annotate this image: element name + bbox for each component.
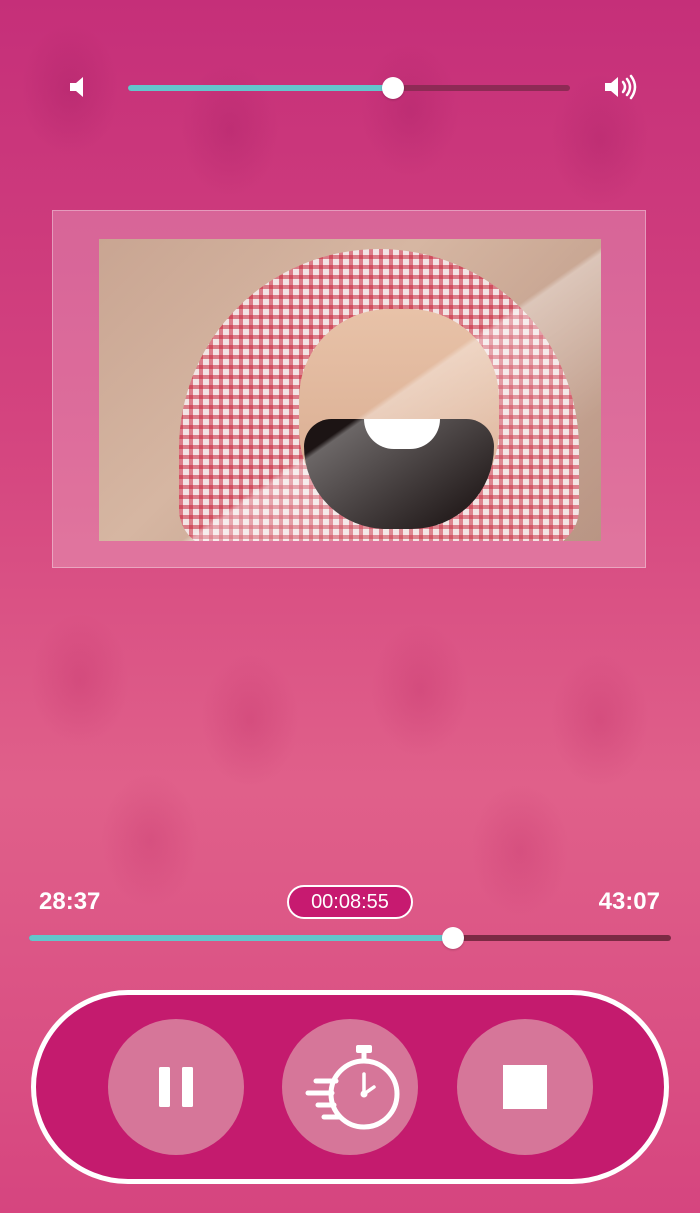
pause-button[interactable] xyxy=(108,1019,244,1155)
seek-slider-thumb[interactable] xyxy=(441,927,464,949)
stop-button[interactable] xyxy=(457,1019,593,1155)
volume-control xyxy=(0,68,700,108)
artwork-frame xyxy=(52,210,646,568)
volume-slider[interactable] xyxy=(128,77,570,99)
total-time: 43:07 xyxy=(598,888,660,915)
remaining-time-badge: 00:08:55 xyxy=(287,885,413,919)
pause-icon xyxy=(159,1067,193,1107)
sleep-timer-icon xyxy=(305,1045,400,1130)
playback-controls xyxy=(31,990,669,1184)
sleep-timer-button[interactable] xyxy=(282,1019,418,1155)
seek-slider-fill xyxy=(29,935,453,941)
volume-slider-thumb[interactable] xyxy=(382,77,405,99)
volume-low-icon[interactable] xyxy=(66,72,94,102)
volume-high-icon[interactable] xyxy=(602,72,646,102)
elapsed-time: 28:37 xyxy=(39,888,101,915)
volume-slider-fill xyxy=(128,85,394,91)
seek-slider[interactable] xyxy=(29,927,671,949)
reciter-photo xyxy=(99,239,601,541)
stop-icon xyxy=(503,1065,547,1109)
